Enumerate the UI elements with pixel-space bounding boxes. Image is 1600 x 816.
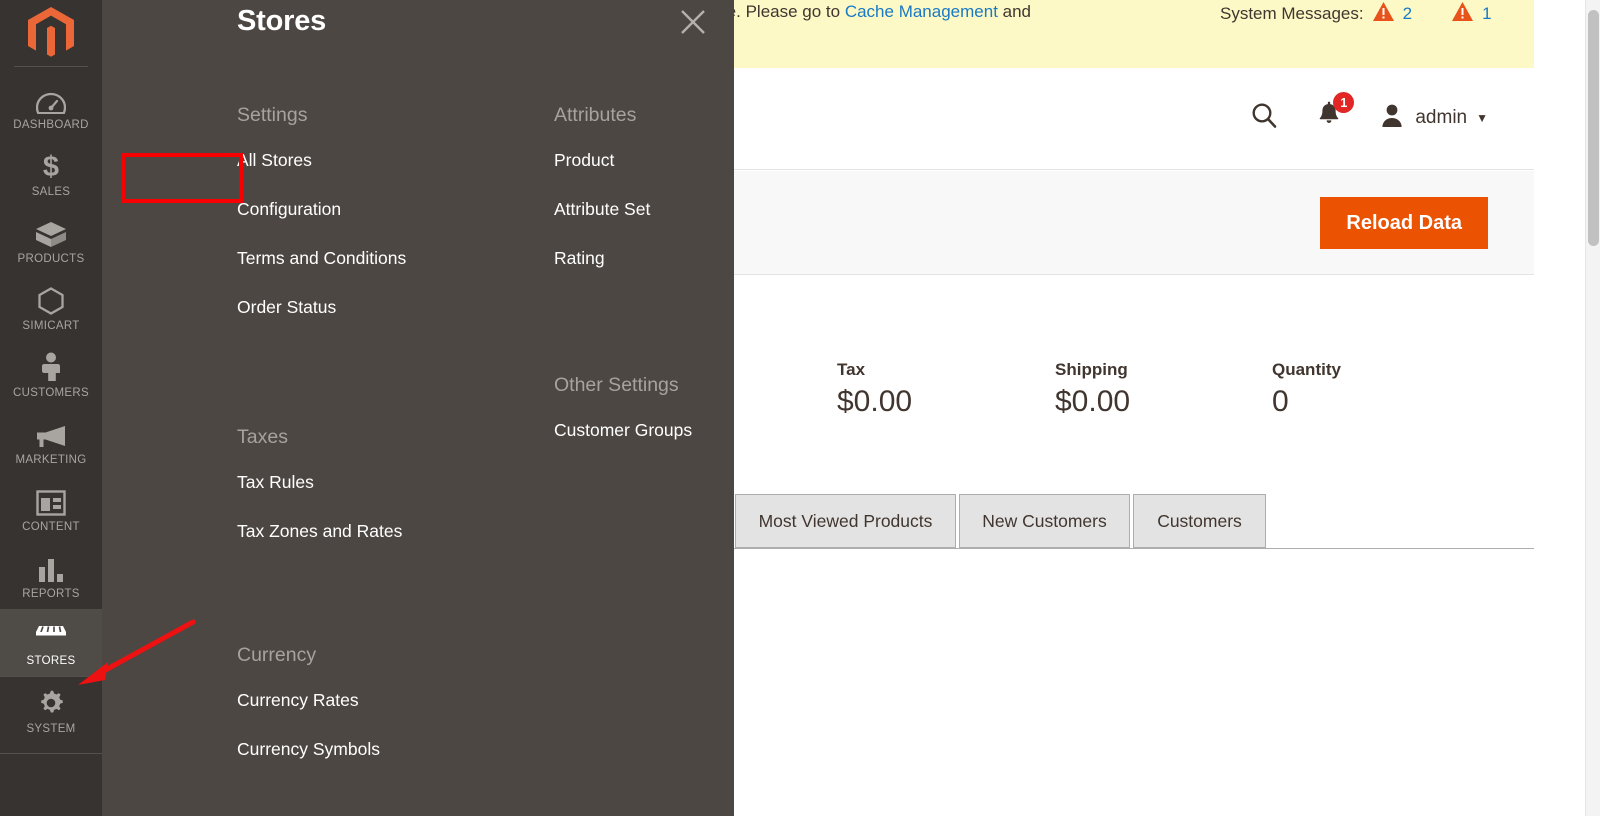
sidebar-item-label: STORES [26, 655, 76, 667]
search-icon [1250, 101, 1278, 134]
page-scrollbar[interactable] [1585, 0, 1600, 816]
menu-group-title: Attributes [554, 104, 637, 126]
menu-item-terms-and-conditions[interactable]: Terms and Conditions [237, 248, 406, 269]
reload-data-button[interactable]: Reload Data [1320, 197, 1488, 249]
menu-group-attributes: Attributes Product Attribute Set Rating [554, 104, 650, 269]
scrollbar-thumb[interactable] [1588, 10, 1599, 246]
hexagon-icon [38, 285, 64, 315]
stat-value: 0 [1272, 385, 1289, 418]
menu-item-customer-groups[interactable]: Customer Groups [554, 420, 692, 441]
stat-shipping: Shipping $0.00 [1055, 360, 1130, 419]
sidebar-divider [14, 66, 88, 67]
cache-notice-text: Cache. Please go to Cache Management and [687, 2, 1031, 22]
menu-item-currency-symbols[interactable]: Currency Symbols [237, 739, 380, 760]
warning-triangle-icon[interactable] [1452, 2, 1474, 26]
tab-customers[interactable]: Customers [1133, 494, 1266, 548]
gear-icon [36, 688, 66, 718]
menu-group-other-settings: Other Settings Customer Groups [554, 374, 692, 441]
magento-logo-icon[interactable] [0, 0, 102, 66]
stat-label: Tax [837, 360, 866, 379]
menu-group-taxes: Taxes Tax Rules Tax Zones and Rates [237, 426, 402, 542]
megaphone-icon [35, 419, 67, 449]
chevron-down-icon: ▼ [1476, 110, 1488, 125]
system-messages: System Messages: 2 1 [1220, 2, 1492, 26]
menu-item-all-stores[interactable]: All Stores [237, 150, 406, 171]
tab-new-customers[interactable]: New Customers [959, 494, 1130, 548]
close-icon[interactable] [676, 5, 710, 39]
sidebar-item-label: MARKETING [15, 454, 87, 466]
sidebar-item-label: REPORTS [22, 588, 80, 600]
admin-header-tools: 1 admin ▼ [1250, 92, 1488, 134]
user-avatar-icon [1380, 103, 1404, 133]
sidebar-item-marketing[interactable]: MARKETING [0, 408, 102, 475]
menu-item-rating[interactable]: Rating [554, 248, 650, 269]
tab-most-viewed-products[interactable]: Most Viewed Products [735, 494, 956, 548]
menu-item-attribute-set[interactable]: Attribute Set [554, 199, 650, 220]
menu-item-tax-rules[interactable]: Tax Rules [237, 472, 402, 493]
warning-triangle-icon[interactable] [1372, 2, 1394, 26]
menu-item-configuration[interactable]: Configuration [237, 199, 406, 220]
system-message-count-2[interactable]: 1 [1482, 4, 1491, 24]
menu-group-currency: Currency Currency Rates Currency Symbols [237, 644, 380, 760]
sidebar-item-label: CUSTOMERS [13, 387, 89, 399]
sidebar-item-label: SYSTEM [26, 723, 76, 735]
sidebar-item-reports[interactable]: REPORTS [0, 542, 102, 609]
sidebar-item-customers[interactable]: CUSTOMERS [0, 341, 102, 408]
cache-notice-suffix: and [997, 2, 1032, 21]
bar-chart-icon [37, 553, 65, 583]
layout-icon [36, 486, 66, 516]
sidebar-item-dashboard[interactable]: DASHBOARD [0, 73, 102, 140]
system-messages-label: System Messages: [1220, 4, 1364, 23]
box-icon [35, 218, 67, 248]
menu-group-title: Settings [237, 104, 308, 126]
stat-value: $0.00 [1055, 385, 1131, 418]
sidebar-item-label: SALES [31, 186, 71, 198]
sidebar-item-sales[interactable]: $ SALES [0, 140, 102, 207]
system-message-count-1[interactable]: 2 [1403, 4, 1412, 24]
search-button[interactable] [1250, 101, 1278, 134]
admin-user-menu[interactable]: admin ▼ [1380, 103, 1488, 133]
sidebar-item-content[interactable]: CONTENT [0, 475, 102, 542]
stat-label: Shipping [1055, 360, 1128, 379]
stat-tax: Tax $0.00 [837, 360, 912, 419]
menu-item-tax-zones-and-rates[interactable]: Tax Zones and Rates [237, 521, 402, 542]
menu-group-settings: Settings All Stores Configuration Terms … [237, 104, 406, 318]
sidebar-item-simicart[interactable]: SIMICART [0, 274, 102, 341]
sidebar-item-label: SIMICART [22, 320, 80, 332]
sidebar-item-products[interactable]: PRODUCTS [0, 207, 102, 274]
cache-management-link[interactable]: Cache Management [845, 2, 998, 21]
menu-group-title: Currency [237, 644, 317, 666]
menu-item-currency-rates[interactable]: Currency Rates [237, 690, 380, 711]
stores-flyout-panel: Stores Settings All Stores Configuration… [102, 0, 734, 816]
gauge-icon [36, 84, 66, 114]
menu-item-order-status[interactable]: Order Status [237, 297, 406, 318]
svg-text:$: $ [43, 151, 59, 181]
stat-value: $0.00 [837, 385, 913, 418]
menu-item-product[interactable]: Product [554, 150, 650, 171]
person-icon [40, 352, 62, 382]
menu-group-title: Taxes [237, 426, 288, 448]
admin-user-name: admin [1415, 106, 1468, 128]
menu-group-title: Other Settings [554, 374, 679, 396]
notification-badge: 1 [1333, 92, 1355, 113]
notifications-button[interactable]: 1 [1316, 92, 1355, 134]
sidebar-item-system[interactable]: SYSTEM [0, 677, 102, 744]
sidebar-item-stores[interactable]: STORES [0, 609, 102, 676]
sidebar-divider [0, 753, 102, 754]
stat-quantity: Quantity 0 [1272, 360, 1341, 419]
left-nav-sidebar: DASHBOARD $ SALES PRODUCTS SIMICART CUST… [0, 0, 102, 816]
flyout-title: Stores [237, 5, 327, 37]
dollar-icon: $ [41, 151, 61, 181]
stat-label: Quantity [1272, 360, 1341, 379]
sidebar-item-label: PRODUCTS [17, 253, 85, 265]
sidebar-item-label: DASHBOARD [13, 119, 89, 131]
sidebar-item-label: CONTENT [22, 521, 80, 533]
storefront-icon [34, 620, 68, 650]
